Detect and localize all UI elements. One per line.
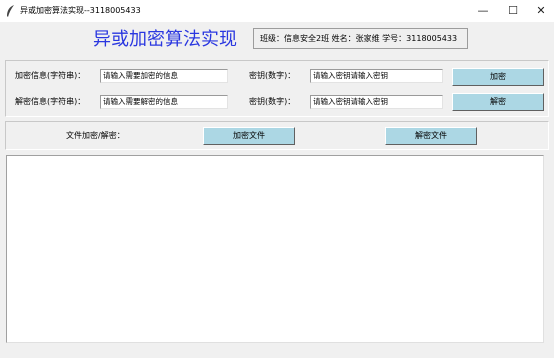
window-title: 异或加密算法实现--3118005433	[20, 6, 141, 15]
decrypt-button[interactable]: 解密	[452, 93, 544, 111]
encrypt-info-input[interactable]: 请输入需要加密的信息	[100, 69, 228, 83]
encrypt-key-input[interactable]: 请输入密钥请输入密钥	[310, 69, 443, 83]
decrypt-info-label: 解密信息(字符串)：	[15, 97, 86, 106]
decrypt-info-input[interactable]: 请输入需要解密的信息	[100, 95, 228, 109]
file-label: 文件加密/解密：	[66, 131, 125, 140]
decrypt-key-label: 密钥(数字)：	[249, 97, 296, 106]
encrypt-file-button[interactable]: 加密文件	[203, 127, 295, 145]
output-textarea[interactable]	[6, 155, 544, 343]
close-button[interactable]: ✕	[524, 0, 554, 22]
page-title: 异或加密算法实现	[93, 29, 237, 50]
window-titlebar: 异或加密算法实现--3118005433 — ☐ ✕	[0, 0, 554, 22]
encrypt-key-label: 密钥(数字)：	[249, 71, 296, 80]
minimize-button[interactable]: —	[466, 0, 500, 22]
feather-icon	[7, 5, 14, 17]
student-info-text: 班级：信息安全2班 姓名：张家维 学号：3118005433	[260, 34, 458, 43]
encrypt-button[interactable]: 加密	[452, 68, 544, 86]
student-info-box: 班级：信息安全2班 姓名：张家维 学号：3118005433	[253, 28, 468, 49]
encrypt-info-label: 加密信息(字符串)：	[15, 71, 86, 80]
decrypt-file-button[interactable]: 解密文件	[385, 127, 477, 145]
decrypt-key-input[interactable]: 请输入密钥请输入密钥	[310, 95, 443, 109]
